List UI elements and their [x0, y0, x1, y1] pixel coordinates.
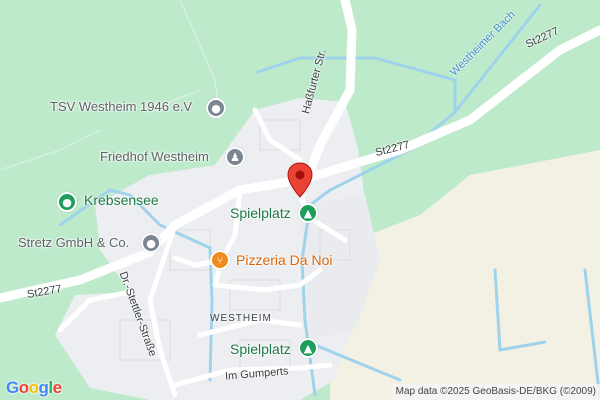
- playground-tree-icon[interactable]: ▲: [298, 338, 318, 358]
- location-pin-icon[interactable]: [287, 162, 313, 198]
- google-logo-letter: g: [38, 378, 49, 397]
- map-canvas[interactable]: ● TSV Westheim 1946 e.V ♟ Friedhof Westh…: [0, 0, 600, 400]
- poi-label-tsv-westheim[interactable]: TSV Westheim 1946 e.V: [50, 99, 192, 114]
- poi-label-friedhof[interactable]: Friedhof Westheim: [100, 149, 209, 164]
- google-logo-letter: e: [52, 378, 62, 397]
- poi-label-spielplatz-south[interactable]: Spielplatz: [230, 341, 291, 357]
- google-logo-letter: G: [6, 378, 19, 397]
- forest-paths: [0, 0, 221, 171]
- google-logo-letter: o: [28, 378, 39, 397]
- map-attribution: Map data ©2025 GeoBasis-DE/BKG (©2009): [391, 384, 600, 400]
- lake-icon[interactable]: ●: [57, 192, 77, 212]
- poi-label-krebsensee[interactable]: Krebsensee: [84, 192, 159, 208]
- google-logo-letter: o: [18, 378, 29, 397]
- restaurant-icon[interactable]: ⑂: [210, 250, 230, 270]
- place-label-westheim: WESTHEIM: [210, 313, 272, 324]
- poi-label-stretz[interactable]: Stretz GmbH & Co.: [18, 235, 129, 250]
- google-logo: Google: [6, 378, 62, 398]
- poi-label-spielplatz-north[interactable]: Spielplatz: [230, 205, 291, 221]
- sports-club-icon[interactable]: ●: [206, 98, 226, 118]
- cemetery-icon[interactable]: ♟: [225, 147, 245, 167]
- poi-label-pizzeria[interactable]: Pizzeria Da Noi: [236, 252, 332, 268]
- business-icon[interactable]: ●: [141, 233, 161, 253]
- playground-tree-icon[interactable]: ▲: [298, 203, 318, 223]
